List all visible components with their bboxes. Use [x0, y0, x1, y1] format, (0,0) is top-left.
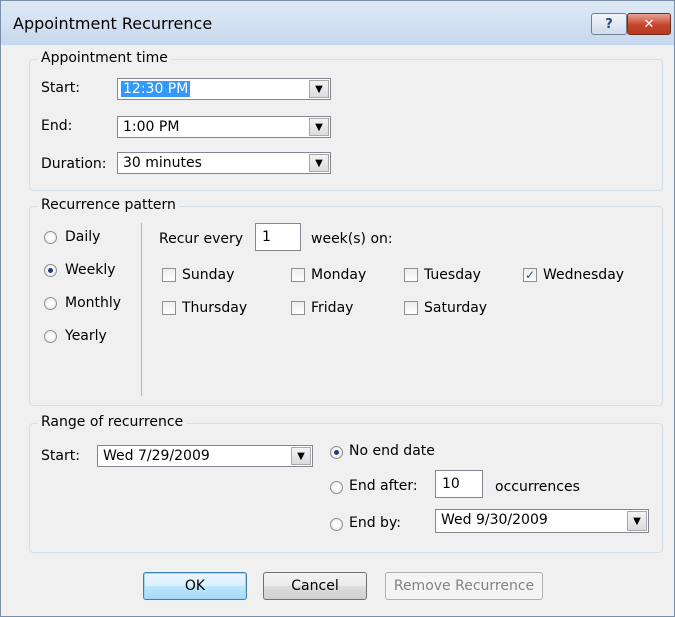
end-time-dropdown[interactable]: 1:00 PM ▼ — [117, 116, 331, 138]
chevron-down-icon[interactable]: ▼ — [291, 447, 311, 465]
thursday-label[interactable]: Thursday — [182, 300, 247, 316]
friday-checkbox[interactable] — [291, 301, 305, 315]
wednesday-checkbox[interactable]: ✓ — [523, 268, 537, 282]
end-by-label[interactable]: End by: — [349, 515, 401, 531]
window-title: Appointment Recurrence — [13, 14, 213, 33]
daily-label[interactable]: Daily — [65, 229, 100, 245]
end-after-value: 10 — [442, 476, 460, 492]
end-time-label: End: — [41, 118, 73, 134]
end-by-dropdown[interactable]: Wed 9/30/2009 ▼ — [435, 509, 649, 533]
end-time-value: 1:00 PM — [123, 119, 180, 135]
end-by-radio[interactable] — [330, 518, 343, 531]
recur-every-input[interactable]: 1 — [255, 223, 301, 251]
range-start-dropdown[interactable]: Wed 7/29/2009 ▼ — [97, 445, 313, 467]
recurrence-pattern-heading: Recurrence pattern — [38, 197, 179, 213]
duration-value: 30 minutes — [123, 155, 202, 171]
monday-label[interactable]: Monday — [311, 267, 366, 283]
end-after-input[interactable]: 10 — [435, 470, 483, 498]
duration-label: Duration: — [41, 156, 107, 172]
weekly-label[interactable]: Weekly — [65, 262, 116, 278]
start-time-dropdown[interactable]: 12:30 PM ▼ — [117, 78, 331, 100]
range-heading: Range of recurrence — [38, 414, 187, 430]
saturday-label[interactable]: Saturday — [424, 300, 487, 316]
sunday-checkbox[interactable] — [162, 268, 176, 282]
cancel-label: Cancel — [291, 578, 339, 594]
yearly-radio[interactable] — [44, 330, 57, 343]
daily-radio[interactable] — [44, 231, 57, 244]
saturday-checkbox[interactable] — [404, 301, 418, 315]
start-time-label: Start: — [41, 80, 80, 96]
no-end-date-radio[interactable] — [330, 446, 343, 459]
end-after-radio[interactable] — [330, 481, 343, 494]
help-icon: ? — [605, 16, 613, 32]
start-time-value: 12:30 PM — [121, 81, 191, 97]
tuesday-checkbox[interactable] — [404, 268, 418, 282]
weekly-radio[interactable] — [44, 264, 57, 277]
chevron-down-icon[interactable]: ▼ — [309, 118, 329, 136]
remove-recurrence-label: Remove Recurrence — [393, 578, 535, 594]
end-by-value: Wed 9/30/2009 — [441, 512, 548, 528]
yearly-label[interactable]: Yearly — [65, 328, 107, 344]
end-after-label[interactable]: End after: — [349, 478, 418, 494]
thursday-checkbox[interactable] — [162, 301, 176, 315]
chevron-down-icon[interactable]: ▼ — [309, 154, 329, 172]
monthly-radio[interactable] — [44, 297, 57, 310]
occurrences-label: occurrences — [495, 479, 580, 495]
appointment-time-heading: Appointment time — [38, 50, 171, 66]
ok-label: OK — [184, 578, 206, 594]
no-end-date-label[interactable]: No end date — [349, 443, 435, 459]
cancel-button[interactable]: Cancel — [263, 572, 367, 600]
weeks-on-label: week(s) on: — [311, 231, 393, 247]
wednesday-label[interactable]: Wednesday — [543, 267, 624, 283]
recur-every-value: 1 — [262, 229, 271, 245]
sunday-label[interactable]: Sunday — [182, 267, 234, 283]
ok-button[interactable]: OK — [143, 572, 247, 600]
appointment-recurrence-dialog: Appointment Recurrence ? ✕ Appointment t… — [0, 0, 675, 617]
title-bar: Appointment Recurrence ? ✕ — [1, 1, 674, 45]
close-button[interactable]: ✕ — [627, 13, 671, 35]
tuesday-label[interactable]: Tuesday — [424, 267, 481, 283]
friday-label[interactable]: Friday — [311, 300, 353, 316]
range-start-value: Wed 7/29/2009 — [103, 448, 210, 464]
recur-every-label: Recur every — [159, 231, 244, 247]
close-icon: ✕ — [643, 16, 655, 32]
chevron-down-icon[interactable]: ▼ — [627, 511, 647, 531]
chevron-down-icon[interactable]: ▼ — [309, 80, 329, 98]
monthly-label[interactable]: Monthly — [65, 295, 121, 311]
help-button[interactable]: ? — [591, 13, 627, 35]
range-start-label: Start: — [41, 448, 80, 464]
monday-checkbox[interactable] — [291, 268, 305, 282]
duration-dropdown[interactable]: 30 minutes ▼ — [117, 152, 331, 174]
remove-recurrence-button[interactable]: Remove Recurrence — [385, 572, 543, 600]
check-icon: ✓ — [524, 268, 536, 282]
pattern-divider — [141, 223, 142, 396]
